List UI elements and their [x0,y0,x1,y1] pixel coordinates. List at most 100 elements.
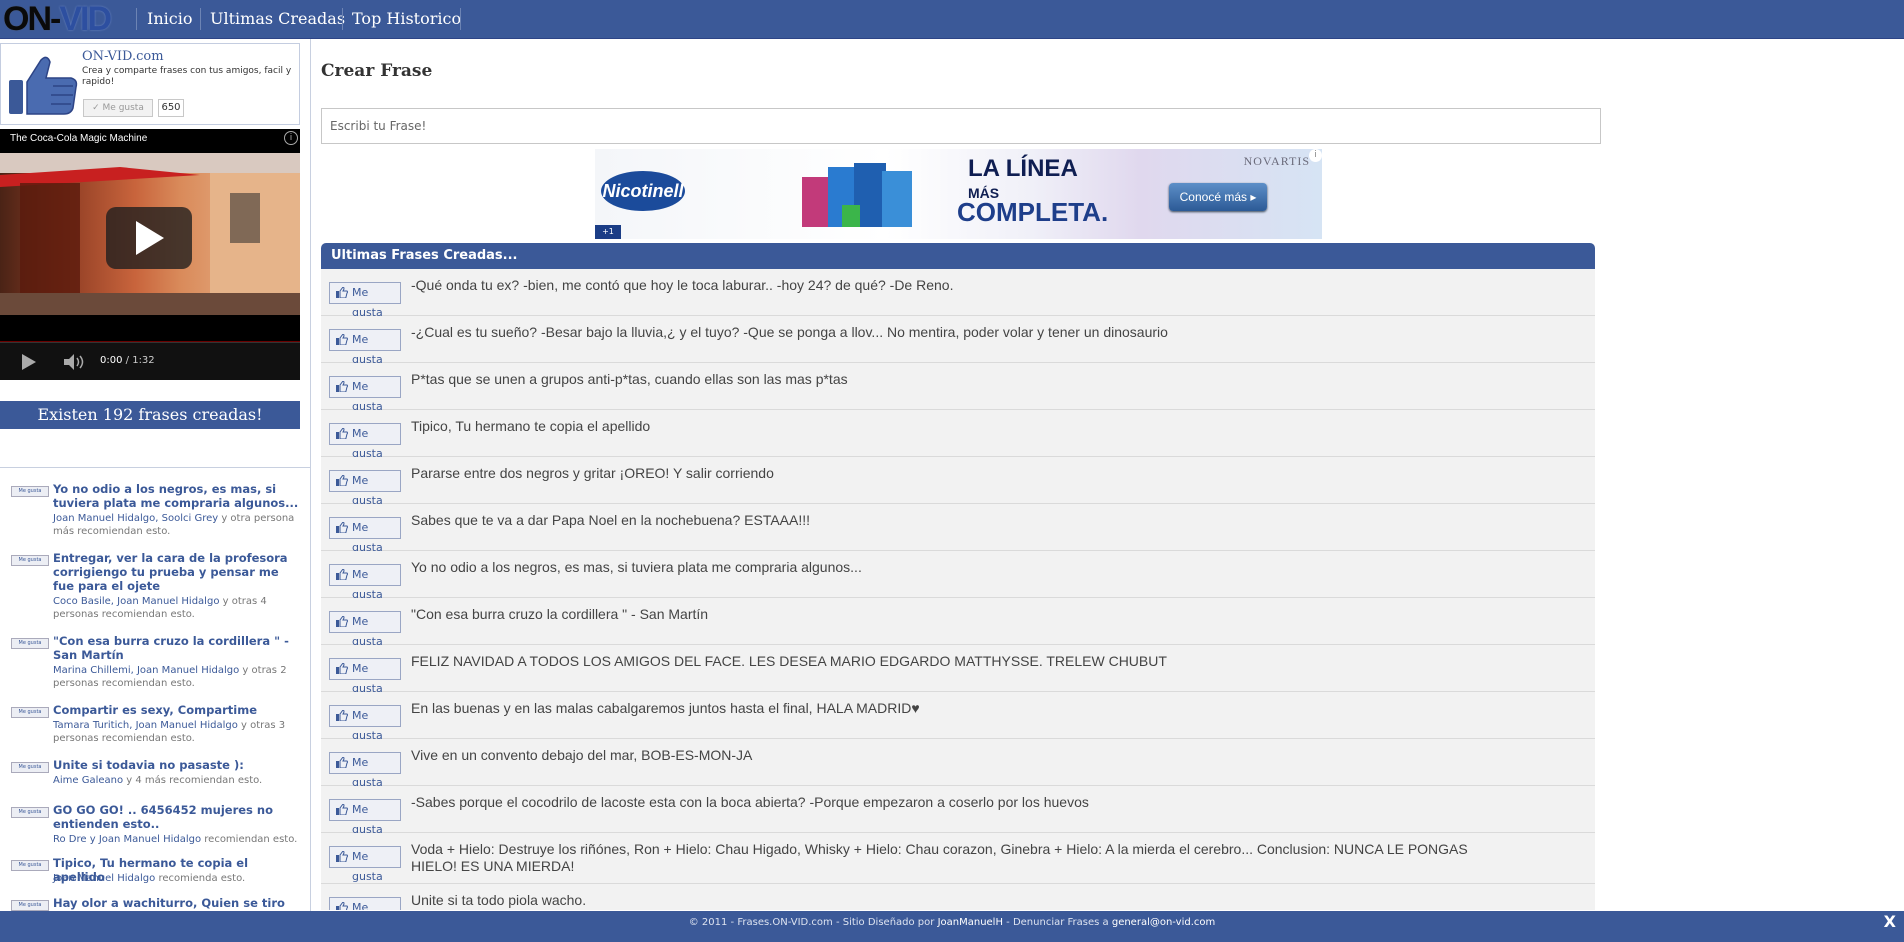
rec-like-button[interactable]: Me gusta [11,555,49,566]
phrase-text[interactable]: FELIZ NAVIDAD A TODOS LOS AMIGOS DEL FAC… [411,653,1511,670]
like-button[interactable]: Me gusta [329,564,401,601]
nav-link-top-historico[interactable]: Top Historico [352,0,461,38]
ad-sponsor: NOVARTIS [1243,154,1310,168]
ad-headline-bottom: COMPLETA. [957,197,1109,227]
like-button[interactable]: Me gusta [329,705,401,742]
phrase-text[interactable]: Yo no odio a los negros, es mas, si tuvi… [411,559,1511,576]
rec-like-button[interactable]: Me gusta [11,707,49,718]
video-time: 0:00 / 1:32 [100,355,155,366]
thumbs-up-icon [336,522,348,533]
thumbs-up-icon [336,475,348,486]
video-player[interactable]: The Coca-Cola Magic Machine i 0:00 / 1:3… [0,129,300,380]
rec-title[interactable]: Entregar, ver la cara de la profesora co… [53,551,303,593]
info-icon[interactable]: i [1309,149,1322,162]
fb-like-button[interactable]: ✓ Me gusta [83,99,153,117]
latest-phrases-header: Ultimas Frases Creadas... [321,243,1595,269]
phrase-text[interactable]: Sabes que te va a dar Papa Noel en la no… [411,512,1511,529]
nav-divider [136,8,137,30]
phrase-row: Me gusta Pararse entre dos negros y grit… [321,457,1595,507]
thumbs-up-icon [336,851,348,862]
volume-icon[interactable] [64,354,86,370]
phrase-row: Me gusta Voda + Hielo: Destruye los riñó… [321,833,1595,884]
author-link[interactable]: JoanManuelH [938,917,1003,928]
phrase-text[interactable]: Voda + Hielo: Destruye los riñónes, Ron … [411,841,1511,875]
facebook-like-box: ON-VID.com Crea y comparte frases con tu… [0,43,300,125]
ad-cta-button[interactable]: Conocé más ▸ [1169,183,1267,211]
phrase-text[interactable]: -Sabes porque el cocodrilo de lacoste es… [411,794,1511,811]
like-button[interactable]: Me gusta [329,897,401,910]
rec-like-button[interactable]: Me gusta [11,486,49,497]
phrase-row: Me gusta En las buenas y en las malas ca… [321,692,1595,742]
product-boxes-image [802,163,912,227]
nav-link-inicio[interactable]: Inicio [147,0,192,38]
like-button[interactable]: Me gusta [329,517,401,554]
like-button[interactable]: Me gusta [329,658,401,695]
phrase-text[interactable]: En las buenas y en las malas cabalgaremo… [411,700,1511,717]
video-title[interactable]: The Coca-Cola Magic Machine [10,133,147,144]
play-icon[interactable] [106,207,192,269]
phrase-input[interactable] [321,108,1601,144]
thumbs-up-icon [336,616,348,627]
rec-title[interactable]: "Con esa burra cruzo la cordillera " - S… [53,634,303,662]
nav-divider [200,8,201,30]
phrase-text[interactable]: Pararse entre dos negros y gritar ¡OREO!… [411,465,1511,482]
phrase-row: Me gusta Sabes que te va a dar Papa Noel… [321,504,1595,554]
rec-like-button[interactable]: Me gusta [11,638,49,649]
like-button[interactable]: Me gusta [329,423,401,460]
ad-headline: LA LÍNEA [968,155,1078,182]
rec-title[interactable]: Unite si todavia no pasaste ): [53,758,303,772]
rec-like-button[interactable]: Me gusta [11,807,49,818]
advertisement-banner[interactable]: Nicotinell LA LÍNEA MÁS COMPLETA. NOVART… [595,149,1322,239]
like-button[interactable]: Me gusta [329,470,401,507]
left-sidebar: ON-VID.com Crea y comparte frases con tu… [0,39,311,914]
nav-divider [342,8,343,30]
nav-link-ultimas-creadas[interactable]: Ultimas Creadas [210,0,345,38]
like-button[interactable]: Me gusta [329,611,401,648]
info-icon[interactable]: i [284,131,298,145]
phrase-row: Me gusta Yo no odio a los negros, es mas… [321,551,1595,601]
like-button[interactable]: Me gusta [329,329,401,366]
phrase-text[interactable]: -¿Cual es tu sueño? -Besar bajo la lluvi… [411,324,1511,341]
rec-like-button[interactable]: Me gusta [11,762,49,773]
phrase-row: Me gusta "Con esa burra cruzo la cordill… [321,598,1595,648]
like-button[interactable]: Me gusta [329,799,401,836]
rec-title[interactable]: Yo no odio a los negros, es mas, si tuvi… [53,482,303,510]
phrases-list: Me gusta -Qué onda tu ex? -bien, me cont… [321,269,1595,910]
thumbs-up-icon [336,569,348,580]
close-icon[interactable]: X [1884,911,1896,933]
thumbs-up-icon [336,757,348,768]
ad-plus-one-badge[interactable]: +1 [595,225,621,239]
phrase-text[interactable]: Unite si ta todo piola wacho. [411,892,1511,909]
rec-title[interactable]: Compartir es sexy, Compartime [53,703,303,717]
phrase-text[interactable]: "Con esa burra cruzo la cordillera " - S… [411,606,1511,623]
thumbs-up-icon [336,710,348,721]
phrase-count-banner: Existen 192 frases creadas! [0,401,300,429]
phrase-text[interactable]: Tipico, Tu hermano te copia el apellido [411,418,1511,435]
phrase-text[interactable]: P*tas que se unen a grupos anti-p*tas, c… [411,371,1511,388]
video-thumbnail[interactable] [0,153,300,315]
like-button[interactable]: Me gusta [329,846,401,883]
rec-people: Ro Dre y Joan Manuel Hidalgo recomiendan… [53,834,298,845]
ad-brand-logo: Nicotinell [601,171,685,211]
rec-people: Tamara Turitich, Joan Manuel Hidalgo y o… [53,720,286,744]
play-icon[interactable] [22,354,36,370]
thumbs-up-icon [336,902,348,910]
phrase-row: Me gusta Vive en un convento debajo del … [321,739,1595,789]
fb-page-title[interactable]: ON-VID.com [82,49,164,64]
thumbs-up-icon [336,663,348,674]
phrase-text[interactable]: -Qué onda tu ex? -bien, me contó que hoy… [411,277,1511,294]
rec-title[interactable]: GO GO GO! .. 6456452 mujeres no entiende… [53,803,303,831]
phrase-text[interactable]: Vive en un convento debajo del mar, BOB-… [411,747,1511,764]
rec-people: Joan Manuel Hidalgo recomienda esto. [53,873,246,884]
like-button[interactable]: Me gusta [329,282,401,319]
like-button[interactable]: Me gusta [329,752,401,789]
site-logo[interactable]: ON-VID [3,1,112,37]
report-email-link[interactable]: general@on-vid.com [1112,917,1215,928]
nav-divider [460,8,461,30]
phrase-row: Me gusta FELIZ NAVIDAD A TODOS LOS AMIGO… [321,645,1595,695]
rec-like-button[interactable]: Me gusta [11,860,49,871]
like-button[interactable]: Me gusta [329,376,401,413]
rec-like-button[interactable]: Me gusta [11,900,49,911]
recommendations-box: Me gusta Yo no odio a los negros, es mas… [0,467,310,914]
phrase-row: Me gusta Tipico, Tu hermano te copia el … [321,410,1595,460]
